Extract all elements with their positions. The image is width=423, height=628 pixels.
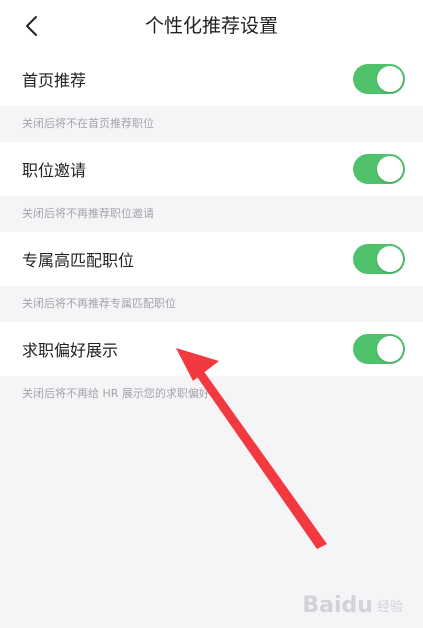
job-invite-toggle[interactable] <box>353 154 405 184</box>
setting-label: 首页推荐 <box>22 71 87 90</box>
setting-row-match: 专属高匹配职位 <box>0 232 423 286</box>
homepage-recommend-toggle[interactable] <box>353 64 405 94</box>
setting-row-preference: 求职偏好展示 <box>0 322 423 376</box>
setting-label: 职位邀请 <box>22 161 87 180</box>
chevron-left-icon <box>26 16 37 36</box>
toggle-knob <box>377 246 403 272</box>
setting-hint: 关闭后将不再推荐专属匹配职位 <box>22 297 176 310</box>
watermark-brand: Baidu <box>302 593 373 618</box>
high-match-toggle[interactable] <box>353 244 405 274</box>
watermark-sub: 经验 <box>376 600 403 615</box>
watermark: Baidu 经验 <box>302 593 403 618</box>
setting-label: 求职偏好展示 <box>22 341 119 360</box>
setting-hint: 关闭后将不再推荐职位邀请 <box>22 207 154 220</box>
setting-row-invite: 职位邀请 <box>0 142 423 196</box>
setting-hint: 关闭后将不在首页推荐职位 <box>22 117 154 130</box>
setting-row-homepage: 首页推荐 <box>0 52 423 106</box>
toggle-knob <box>377 156 403 182</box>
setting-hint: 关闭后将不再给 HR 展示您的求职偏好 <box>22 387 210 400</box>
preference-display-toggle[interactable] <box>353 334 405 364</box>
toggle-knob <box>377 336 403 362</box>
toggle-knob <box>377 66 403 92</box>
page-title: 个性化推荐设置 <box>144 15 278 37</box>
top-bar: 个性化推荐设置 <box>0 0 423 52</box>
back-button[interactable] <box>18 10 46 42</box>
setting-label: 专属高匹配职位 <box>22 251 135 270</box>
